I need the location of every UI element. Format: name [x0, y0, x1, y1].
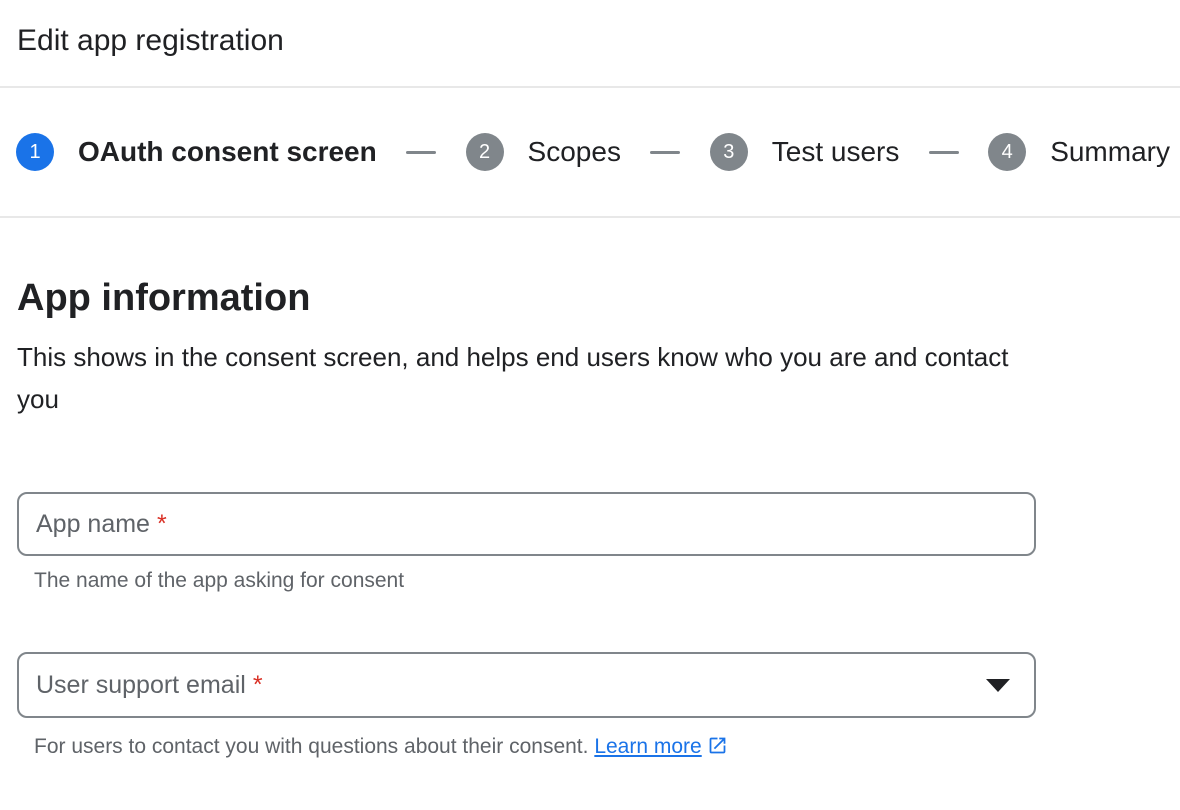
step-label: Scopes — [528, 136, 621, 168]
form-content: App information This shows in the consen… — [17, 274, 1036, 760]
step-number-badge: 2 — [466, 133, 504, 171]
app-name-label: App name — [36, 510, 150, 539]
section-description: This shows in the consent screen, and he… — [17, 336, 1036, 420]
page-header: Edit app registration — [0, 0, 1180, 88]
step-connector-line — [406, 151, 436, 154]
step-summary[interactable]: 4 Summary — [988, 133, 1170, 171]
step-label: Test users — [772, 136, 900, 168]
section-heading: App information — [17, 274, 1036, 322]
wizard-stepper: 1 OAuth consent screen 2 Scopes 3 Test u… — [0, 88, 1180, 218]
step-connector-line — [929, 151, 959, 154]
dropdown-arrow-icon — [986, 679, 1010, 692]
step-scopes[interactable]: 2 Scopes — [466, 133, 621, 171]
required-asterisk: * — [157, 510, 167, 539]
step-connector-line — [650, 151, 680, 154]
app-name-field[interactable]: App name * — [17, 492, 1036, 556]
step-oauth-consent-screen[interactable]: 1 OAuth consent screen — [16, 133, 377, 171]
page-title: Edit app registration — [17, 22, 1164, 60]
required-asterisk: * — [253, 671, 263, 700]
user-support-email-label: User support email — [36, 671, 246, 700]
user-support-email-select[interactable]: User support email * — [17, 652, 1036, 718]
step-number-badge: 1 — [16, 133, 54, 171]
step-number-badge: 3 — [710, 133, 748, 171]
external-link-icon — [707, 735, 728, 756]
step-label: OAuth consent screen — [78, 136, 377, 168]
step-label: Summary — [1050, 136, 1170, 168]
step-test-users[interactable]: 3 Test users — [710, 133, 900, 171]
step-number-badge: 4 — [988, 133, 1026, 171]
helper-text: For users to contact you with questions … — [34, 735, 588, 758]
learn-more-link[interactable]: Learn more — [594, 735, 701, 758]
app-name-helper-text: The name of the app asking for consent — [34, 568, 1036, 594]
user-support-email-helper-text: For users to contact you with questions … — [34, 734, 1036, 760]
